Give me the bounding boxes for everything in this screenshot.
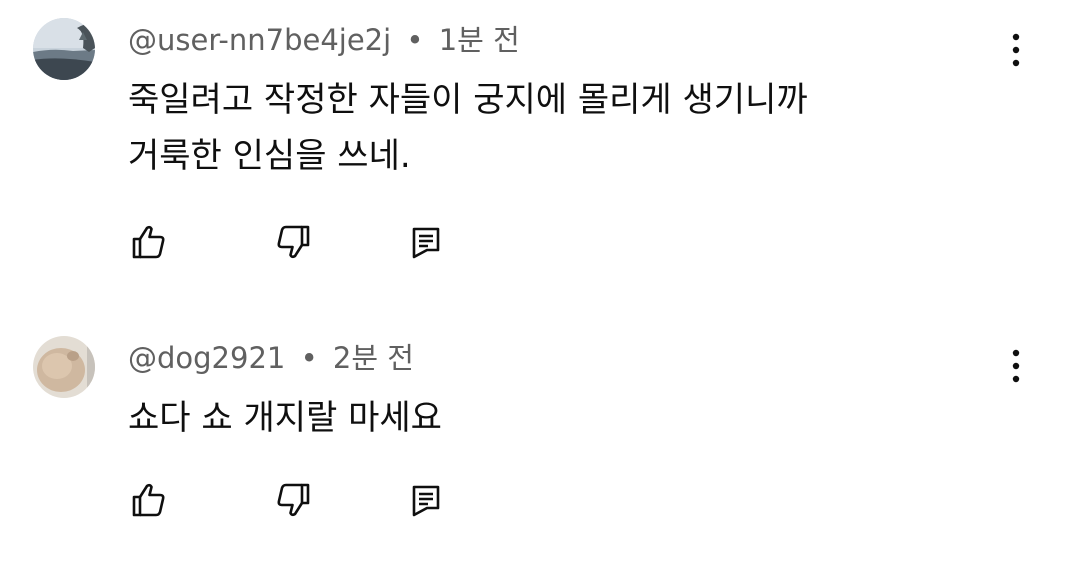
comment-text-line: 거룩한 인심을 쓰네. [128,136,411,176]
more-vert-icon [1012,33,1020,67]
more-options-button[interactable] [996,30,1036,70]
comment-time[interactable]: 2분 전 [333,341,414,375]
comment-item: @user-nn7be4je2j • 1분 전 죽일려고 작정한 자들이 궁지에… [0,0,1080,290]
reply-button[interactable] [404,220,448,264]
comment-time[interactable]: 1분 전 [439,23,520,57]
reply-button[interactable] [404,478,448,522]
dislike-button[interactable] [272,220,316,264]
like-button[interactable] [126,478,170,522]
thumbs-down-icon [277,483,310,517]
comment-meta: @user-nn7be4je2j • 1분 전 [128,20,520,60]
author-handle[interactable]: @user-nn7be4je2j [128,23,391,57]
comment-text: 죽일려고 작정한 자들이 궁지에 몰리게 생기니까 거룩한 인심을 쓰네. [128,72,988,184]
landscape-avatar-icon [33,18,95,80]
more-vert-icon [1012,349,1020,383]
thumbs-down-icon [277,225,310,259]
author-handle[interactable]: @dog2921 [128,341,285,375]
thumbs-up-icon [132,483,165,517]
comment-actions [126,478,456,522]
more-options-button[interactable] [996,346,1036,386]
like-button[interactable] [126,220,170,264]
comment-item: @dog2921 • 2분 전 쇼다 쇼 개지랄 마세요 [0,318,1080,561]
avatar[interactable] [33,336,95,398]
beige-avatar-icon [33,336,95,398]
thumbs-up-icon [132,225,165,259]
reply-icon [412,485,440,517]
avatar[interactable] [33,18,95,80]
comment-text: 쇼다 쇼 개지랄 마세요 [128,390,988,446]
meta-separator: • [406,23,424,57]
meta-separator: • [300,341,318,375]
comment-text-line: 죽일려고 작정한 자들이 궁지에 몰리게 생기니까 [128,80,808,120]
reply-icon [412,227,440,259]
comment-actions [126,220,456,264]
dislike-button[interactable] [272,478,316,522]
comment-text-line: 쇼다 쇼 개지랄 마세요 [128,398,442,438]
comment-meta: @dog2921 • 2분 전 [128,338,414,378]
